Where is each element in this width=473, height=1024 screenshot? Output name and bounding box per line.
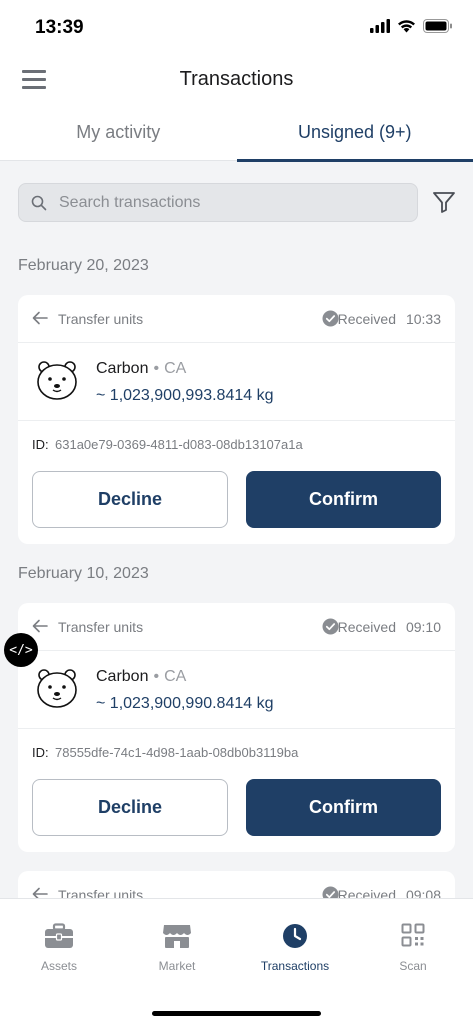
card-actions: Decline Confirm xyxy=(18,469,455,544)
nav-label: Market xyxy=(158,959,196,973)
check-circle-icon xyxy=(322,618,339,635)
card-body: Carbon • CA ~ 1,023,900,993.8414 kg xyxy=(18,343,455,421)
decline-button[interactable]: Decline xyxy=(32,471,228,528)
filter-icon[interactable] xyxy=(432,191,456,213)
transaction-card[interactable]: Transfer units Received 10:33 Carbon • CA … xyxy=(18,295,455,544)
date-header: February 20, 2023 xyxy=(18,257,149,274)
card-id-row: ID: 78555dfe-74c1-4d98-1aab-08db0b3119ba xyxy=(18,729,455,777)
confirm-button[interactable]: Confirm xyxy=(246,779,441,836)
asset-amount: ~ 1,023,900,990.8414 kg xyxy=(96,695,274,712)
qr-code-icon xyxy=(401,923,425,947)
search-row xyxy=(18,183,458,223)
card-header: Transfer units Received 09:10 xyxy=(18,603,455,651)
briefcase-icon xyxy=(45,923,73,948)
tab-bar: My activity Unsigned (9+) xyxy=(0,112,473,162)
wifi-icon xyxy=(398,20,415,33)
asset-region: CA xyxy=(164,360,187,377)
tab-unsigned[interactable]: Unsigned (9+) xyxy=(236,112,473,162)
arrow-left-icon xyxy=(32,311,48,325)
tab-my-activity[interactable]: My activity xyxy=(0,112,237,161)
store-icon xyxy=(163,925,191,948)
card-actions: Decline Confirm xyxy=(18,777,455,852)
asset-name: Carbon xyxy=(96,668,149,685)
transaction-id: 631a0e79-0369-4811-d083-08db13107a1a xyxy=(55,437,303,452)
status-bar: 13:39 xyxy=(0,0,473,56)
nav-item-transactions[interactable]: Transactions xyxy=(236,923,354,973)
nav-label: Transactions xyxy=(260,959,330,973)
search-icon xyxy=(31,195,47,211)
id-label: ID: xyxy=(32,745,49,760)
arrow-left-icon xyxy=(32,619,48,633)
cellular-signal-icon xyxy=(370,19,390,33)
nav-item-market[interactable]: Market xyxy=(118,923,236,973)
search-box xyxy=(18,183,418,222)
transaction-type: Transfer units xyxy=(58,619,144,635)
page-title: Transactions xyxy=(179,68,294,90)
card-id-row: ID: 631a0e79-0369-4811-d083-08db13107a1a xyxy=(18,421,455,469)
nav-label: Assets xyxy=(40,959,77,973)
bear-icon xyxy=(37,361,77,400)
clock-icon xyxy=(283,924,307,948)
card-header: Transfer units Received 10:33 xyxy=(18,295,455,343)
nav-label: Scan xyxy=(399,959,427,973)
asset-region: CA xyxy=(164,668,187,685)
transaction-time: 09:10 xyxy=(405,619,441,635)
asset-name-line: Carbon • CA xyxy=(96,668,186,686)
search-input[interactable] xyxy=(59,184,409,221)
date-header: February 10, 2023 xyxy=(18,565,149,582)
asset-name: Carbon xyxy=(96,360,149,377)
code-badge-icon[interactable]: </> xyxy=(4,633,38,667)
asset-name-line: Carbon • CA xyxy=(96,360,186,378)
status-icons xyxy=(370,19,453,33)
decline-button[interactable]: Decline xyxy=(32,779,228,836)
id-label: ID: xyxy=(32,437,49,452)
separator-dot: • xyxy=(153,360,160,377)
header: Transactions My activity Unsigned (9+) xyxy=(0,56,473,162)
card-body: Carbon • CA ~ 1,023,900,990.8414 kg xyxy=(18,651,455,729)
transaction-type: Transfer units xyxy=(58,311,144,327)
transaction-id: 78555dfe-74c1-4d98-1aab-08db0b3119ba xyxy=(55,745,299,760)
asset-amount: ~ 1,023,900,993.8414 kg xyxy=(96,387,274,404)
bear-icon xyxy=(37,669,77,708)
status-badge: Received xyxy=(337,311,396,327)
bottom-nav: Assets Market Transactions Scan xyxy=(0,898,473,1024)
home-indicator[interactable] xyxy=(152,1011,321,1016)
transaction-time: 10:33 xyxy=(405,311,441,327)
nav-item-assets[interactable]: Assets xyxy=(0,923,118,973)
nav-item-scan[interactable]: Scan xyxy=(354,923,472,973)
transaction-card[interactable]: Transfer units Received 09:10 Carbon • CA … xyxy=(18,603,455,852)
confirm-button[interactable]: Confirm xyxy=(246,471,441,528)
check-circle-icon xyxy=(322,310,339,327)
status-time: 13:39 xyxy=(35,17,84,38)
status-badge: Received xyxy=(337,619,396,635)
separator-dot: • xyxy=(153,668,160,685)
battery-icon xyxy=(423,19,452,33)
